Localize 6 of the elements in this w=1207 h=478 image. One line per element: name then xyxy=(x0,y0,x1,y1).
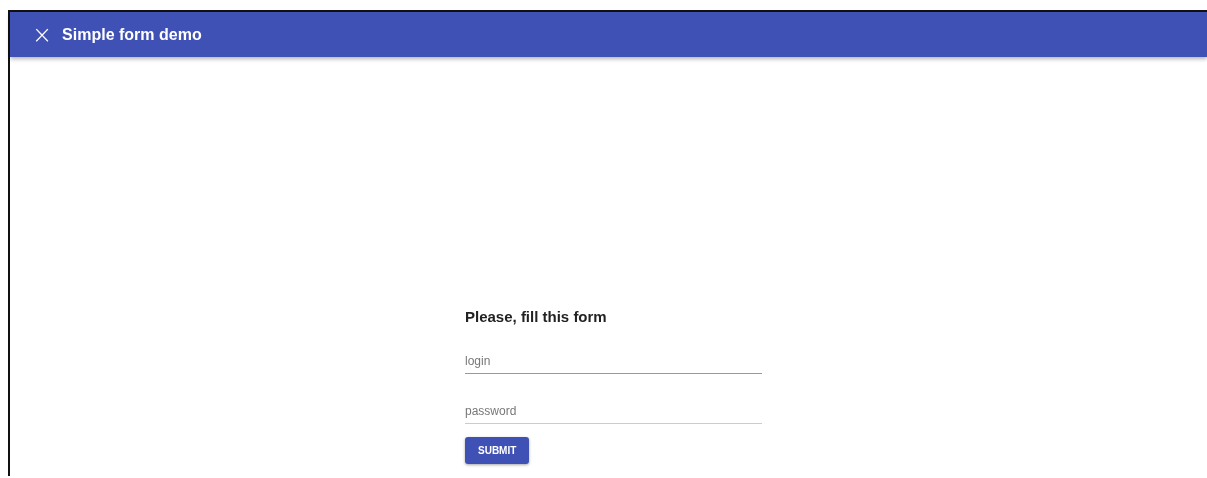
password-field[interactable]: password xyxy=(465,398,762,424)
app-title: Simple form demo xyxy=(62,25,202,44)
close-button[interactable]: × xyxy=(32,22,53,47)
form-heading: Please, fill this form xyxy=(465,308,608,326)
submit-button[interactable]: SUBMIT xyxy=(465,437,530,464)
login-field[interactable]: login xyxy=(465,348,762,374)
